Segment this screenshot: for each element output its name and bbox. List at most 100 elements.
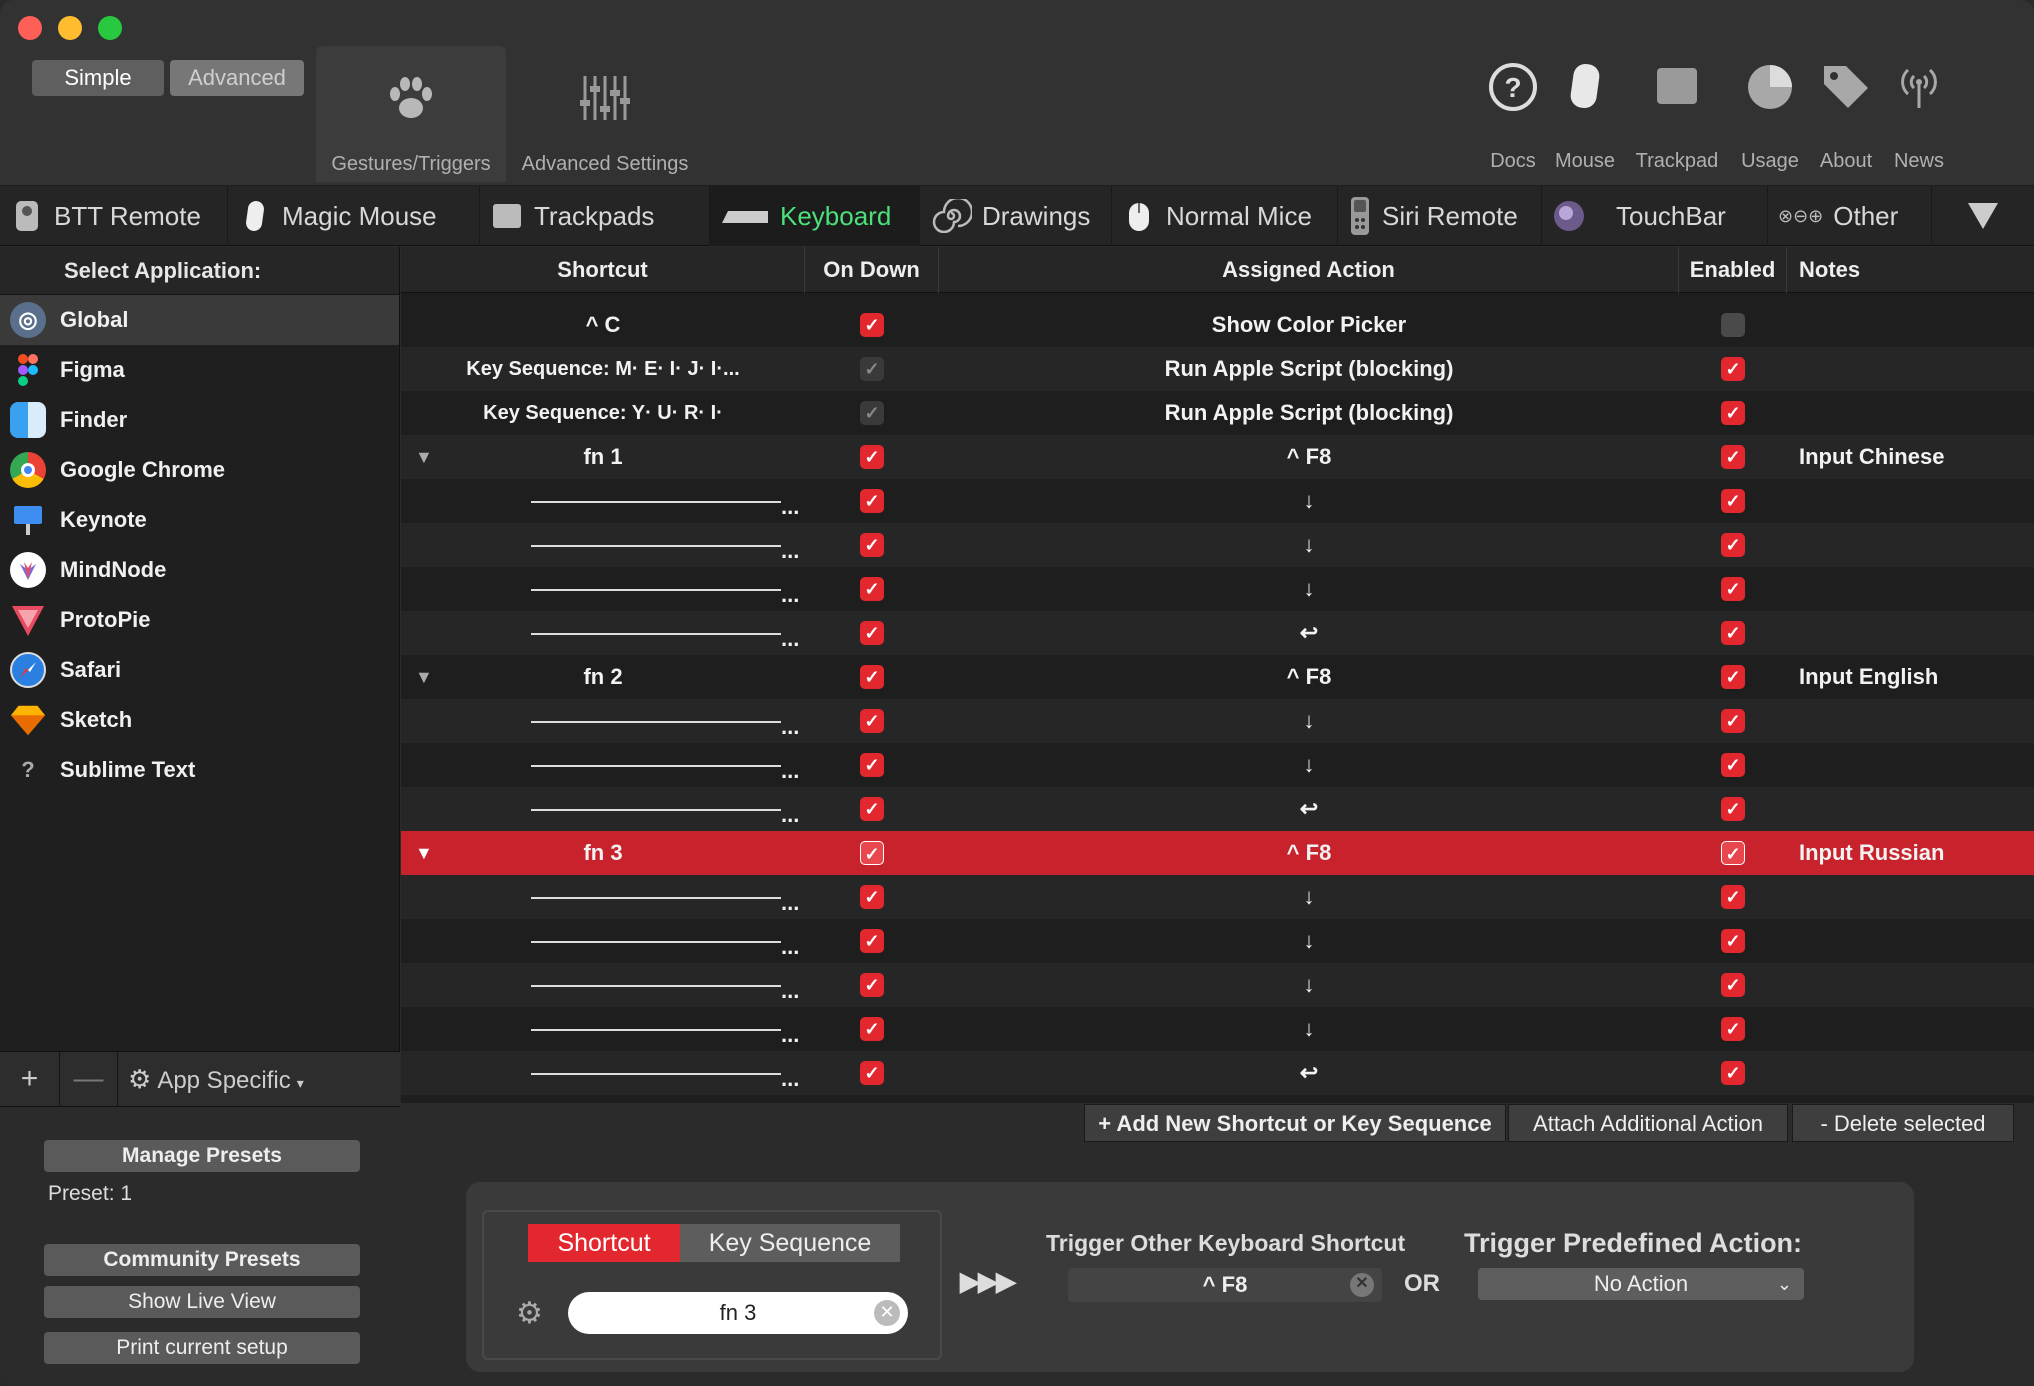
on-down-checkbox[interactable]: ✓ <box>860 1017 884 1041</box>
app-specific-menu[interactable]: ⚙ App Specific ▾ <box>118 1052 400 1108</box>
table-row[interactable]: ... ✓ ↓ ✓ <box>401 1007 2034 1051</box>
tab-drawings[interactable]: Drawings <box>920 186 1112 246</box>
table-row[interactable]: ... ✓ ↓ ✓ <box>401 919 2034 963</box>
print-setup-button[interactable]: Print current setup <box>44 1332 360 1364</box>
key-sequence-tab[interactable]: Key Sequence <box>680 1224 900 1262</box>
remove-app-button[interactable]: — <box>60 1052 118 1108</box>
mouse-button[interactable]: Mouse <box>1555 60 1615 180</box>
about-button[interactable]: About <box>1820 60 1872 180</box>
on-down-checkbox[interactable]: ✓ <box>860 401 884 425</box>
simple-mode-button[interactable]: Simple <box>32 60 164 96</box>
shortcut-recorder-field[interactable]: fn 3 ✕ <box>568 1292 908 1334</box>
table-row[interactable]: ^ C ✓ Show Color Picker <box>401 303 2034 347</box>
table-row[interactable]: Key Sequence: M· E· I· J· I·... ✓ Run Appl… <box>401 347 2034 391</box>
table-row[interactable]: ... ✓ ↓ ✓ <box>401 699 2034 743</box>
enabled-checkbox[interactable]: ✓ <box>1721 445 1745 469</box>
table-row[interactable]: ... ✓ ↩ ✓ <box>401 611 2034 655</box>
on-down-checkbox[interactable]: ✓ <box>860 753 884 777</box>
app-item-safari[interactable]: Safari <box>0 645 399 695</box>
on-down-checkbox[interactable]: ✓ <box>860 797 884 821</box>
col-assigned-action[interactable]: Assigned Action <box>939 247 1679 293</box>
app-item-keynote[interactable]: Keynote <box>0 495 399 545</box>
gestures-triggers-button[interactable]: Gestures/Triggers <box>316 46 506 182</box>
attach-action-button[interactable]: Attach Additional Action <box>1508 1104 1788 1142</box>
gear-icon[interactable]: ⚙ <box>516 1296 543 1331</box>
close-window-button[interactable] <box>18 16 42 40</box>
tabs-overflow-button[interactable] <box>1932 186 2034 246</box>
enabled-checkbox[interactable]: ✓ <box>1721 797 1745 821</box>
enabled-checkbox[interactable] <box>1721 313 1745 337</box>
on-down-checkbox[interactable]: ✓ <box>860 577 884 601</box>
enabled-checkbox[interactable]: ✓ <box>1721 401 1745 425</box>
enabled-checkbox[interactable]: ✓ <box>1721 885 1745 909</box>
on-down-checkbox[interactable]: ✓ <box>860 841 884 865</box>
on-down-checkbox[interactable]: ✓ <box>860 621 884 645</box>
on-down-checkbox[interactable]: ✓ <box>860 1061 884 1085</box>
tab-trackpads[interactable]: Trackpads <box>480 186 710 246</box>
on-down-checkbox[interactable]: ✓ <box>860 313 884 337</box>
col-enabled[interactable]: Enabled <box>1679 247 1787 293</box>
add-app-button[interactable]: + <box>0 1052 60 1108</box>
on-down-checkbox[interactable]: ✓ <box>860 973 884 997</box>
on-down-checkbox[interactable]: ✓ <box>860 709 884 733</box>
enabled-checkbox[interactable]: ✓ <box>1721 973 1745 997</box>
enabled-checkbox[interactable]: ✓ <box>1721 665 1745 689</box>
col-notes[interactable]: Notes <box>1787 247 2034 293</box>
shortcut-tab[interactable]: Shortcut <box>528 1224 680 1262</box>
app-item-sketch[interactable]: Sketch <box>0 695 399 745</box>
enabled-checkbox[interactable]: ✓ <box>1721 841 1745 865</box>
on-down-checkbox[interactable]: ✓ <box>860 445 884 469</box>
trackpad-button[interactable]: Trackpad <box>1636 60 1718 180</box>
table-row[interactable]: ... ✓ ↓ ✓ <box>401 743 2034 787</box>
col-on-down[interactable]: On Down <box>805 247 939 293</box>
trigger-other-field[interactable]: ^ F8 ✕ <box>1068 1268 1382 1302</box>
tab-magic-mouse[interactable]: Magic Mouse <box>228 186 480 246</box>
table-row[interactable]: Key Sequence: Y· U· R· I· ✓ Run Apple Scri… <box>401 391 2034 435</box>
tab-keyboard[interactable]: Keyboard <box>710 186 920 246</box>
tab-normal-mice[interactable]: Normal Mice <box>1112 186 1338 246</box>
enabled-checkbox[interactable]: ✓ <box>1721 709 1745 733</box>
app-item-protopie[interactable]: ProtoPie <box>0 595 399 645</box>
on-down-checkbox[interactable]: ✓ <box>860 665 884 689</box>
tab-touchbar[interactable]: TouchBar <box>1542 186 1768 246</box>
table-row[interactable]: ▼ fn 2 ✓ ^ F8 ✓ Input English <box>401 655 2034 699</box>
on-down-checkbox[interactable]: ✓ <box>860 489 884 513</box>
enabled-checkbox[interactable]: ✓ <box>1721 577 1745 601</box>
table-row[interactable]: ... ✓ ↓ ✓ <box>401 875 2034 919</box>
app-item-sublime-text[interactable]: ? Sublime Text <box>0 745 399 795</box>
on-down-checkbox[interactable]: ✓ <box>860 357 884 381</box>
show-live-view-button[interactable]: Show Live View <box>44 1286 360 1318</box>
col-shortcut[interactable]: Shortcut <box>401 247 805 293</box>
table-row[interactable]: ▼ fn 1 ✓ ^ F8 ✓ Input Chinese <box>401 435 2034 479</box>
enabled-checkbox[interactable]: ✓ <box>1721 929 1745 953</box>
app-item-google-chrome[interactable]: Google Chrome <box>0 445 399 495</box>
app-item-finder[interactable]: Finder <box>0 395 399 445</box>
advanced-settings-button[interactable]: Advanced Settings <box>510 46 700 182</box>
table-row[interactable]: ... ✓ ↩ ✓ <box>401 1051 2034 1095</box>
advanced-mode-button[interactable]: Advanced <box>170 60 304 96</box>
zoom-window-button[interactable] <box>98 16 122 40</box>
enabled-checkbox[interactable]: ✓ <box>1721 1017 1745 1041</box>
predefined-action-select[interactable]: No Action ⌄ <box>1478 1268 1804 1300</box>
clear-icon[interactable]: ✕ <box>874 1300 900 1326</box>
enabled-checkbox[interactable]: ✓ <box>1721 533 1745 557</box>
enabled-checkbox[interactable]: ✓ <box>1721 489 1745 513</box>
add-shortcut-button[interactable]: + Add New Shortcut or Key Sequence <box>1084 1104 1506 1142</box>
table-row[interactable]: ... ✓ ↓ ✓ <box>401 963 2034 1007</box>
news-button[interactable]: News <box>1894 60 1944 180</box>
clear-icon[interactable]: ✕ <box>1350 1273 1374 1297</box>
tab-btt-remote[interactable]: BTT Remote <box>0 186 228 246</box>
enabled-checkbox[interactable]: ✓ <box>1721 753 1745 777</box>
on-down-checkbox[interactable]: ✓ <box>860 533 884 557</box>
docs-button[interactable]: ? Docs <box>1486 60 1540 180</box>
app-item-mindnode[interactable]: MindNode <box>0 545 399 595</box>
table-row[interactable]: ... ✓ ↩ ✓ <box>401 787 2034 831</box>
table-row[interactable]: ▼ fn 3 ✓ ^ F8 ✓ Input Russian <box>401 831 2034 875</box>
enabled-checkbox[interactable]: ✓ <box>1721 1061 1745 1085</box>
table-row[interactable]: ... ✓ ↓ ✓ <box>401 567 2034 611</box>
community-presets-button[interactable]: Community Presets <box>44 1244 360 1276</box>
manage-presets-button[interactable]: Manage Presets <box>44 1140 360 1172</box>
enabled-checkbox[interactable]: ✓ <box>1721 621 1745 645</box>
on-down-checkbox[interactable]: ✓ <box>860 885 884 909</box>
tab-siri-remote[interactable]: Siri Remote <box>1338 186 1542 246</box>
